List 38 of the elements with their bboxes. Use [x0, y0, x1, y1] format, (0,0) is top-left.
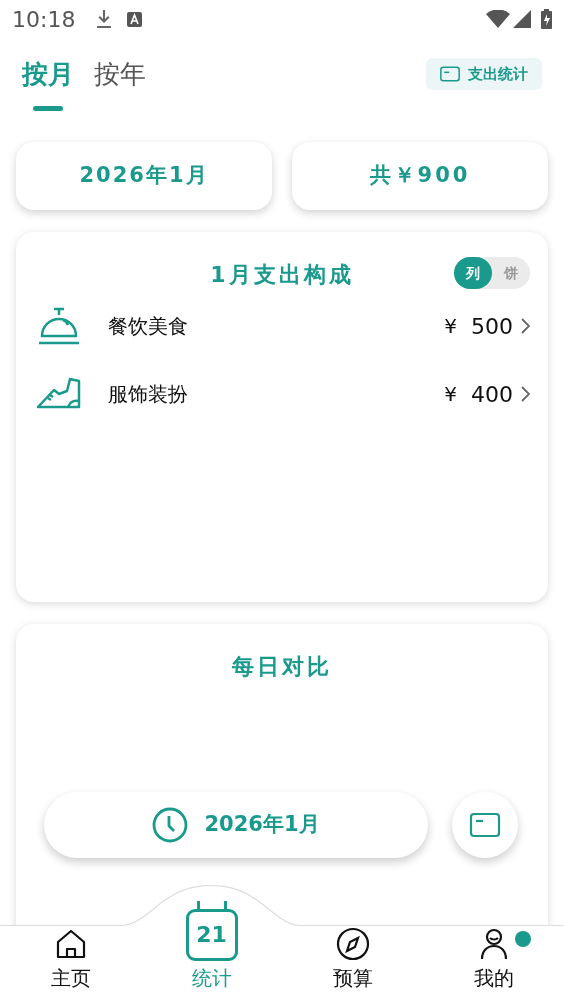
calendar-date: 21	[196, 924, 227, 946]
nav-tab[interactable]: 预算	[282, 905, 423, 997]
nav-tab[interactable]: 21 统计	[141, 905, 282, 997]
period-tab[interactable]: 按年	[94, 56, 146, 92]
category-amount: 500	[471, 312, 513, 341]
category-row[interactable]: 餐饮美食 ¥ 500	[34, 292, 530, 360]
nav-tab[interactable]: 主页	[0, 905, 141, 997]
currency-sign: ¥	[444, 381, 457, 408]
card-icon	[469, 812, 501, 838]
cloche-icon	[36, 306, 82, 346]
expense-stats-button[interactable]: 支出统计	[426, 58, 542, 90]
category-name: 餐饮美食	[108, 313, 188, 340]
signal-icon	[513, 10, 531, 28]
sneaker-icon	[36, 377, 82, 411]
category-name: 服饰装扮	[108, 381, 188, 408]
category-row[interactable]: 服饰装扮 ¥ 400	[34, 360, 530, 428]
status-time: 10:18	[12, 5, 76, 34]
wifi-icon	[486, 10, 510, 28]
clock-icon	[152, 807, 189, 843]
view-option[interactable]: 列	[454, 257, 492, 289]
battery-icon	[541, 9, 552, 29]
card-title: 每日对比	[232, 653, 332, 680]
chevron-right-icon	[521, 386, 530, 402]
view-option[interactable]: 饼	[492, 257, 530, 289]
period-tab[interactable]: 按月	[22, 56, 74, 92]
month-picker[interactable]: 2026年1月	[16, 142, 272, 210]
card-title: 1月支出构成	[210, 261, 354, 288]
nav-tab[interactable]: 我的	[423, 905, 564, 997]
date-pill-button[interactable]: 2026年1月	[44, 792, 428, 858]
tab-indicator	[33, 106, 63, 111]
category-amount: 400	[471, 380, 513, 409]
compass-icon	[335, 927, 370, 961]
card-icon	[440, 66, 460, 82]
currency-sign: ¥	[444, 313, 457, 340]
download-icon	[95, 9, 114, 29]
chevron-right-icon	[521, 318, 530, 334]
keyboard-app-icon	[127, 11, 143, 27]
total-amount: 共￥900	[292, 142, 548, 210]
